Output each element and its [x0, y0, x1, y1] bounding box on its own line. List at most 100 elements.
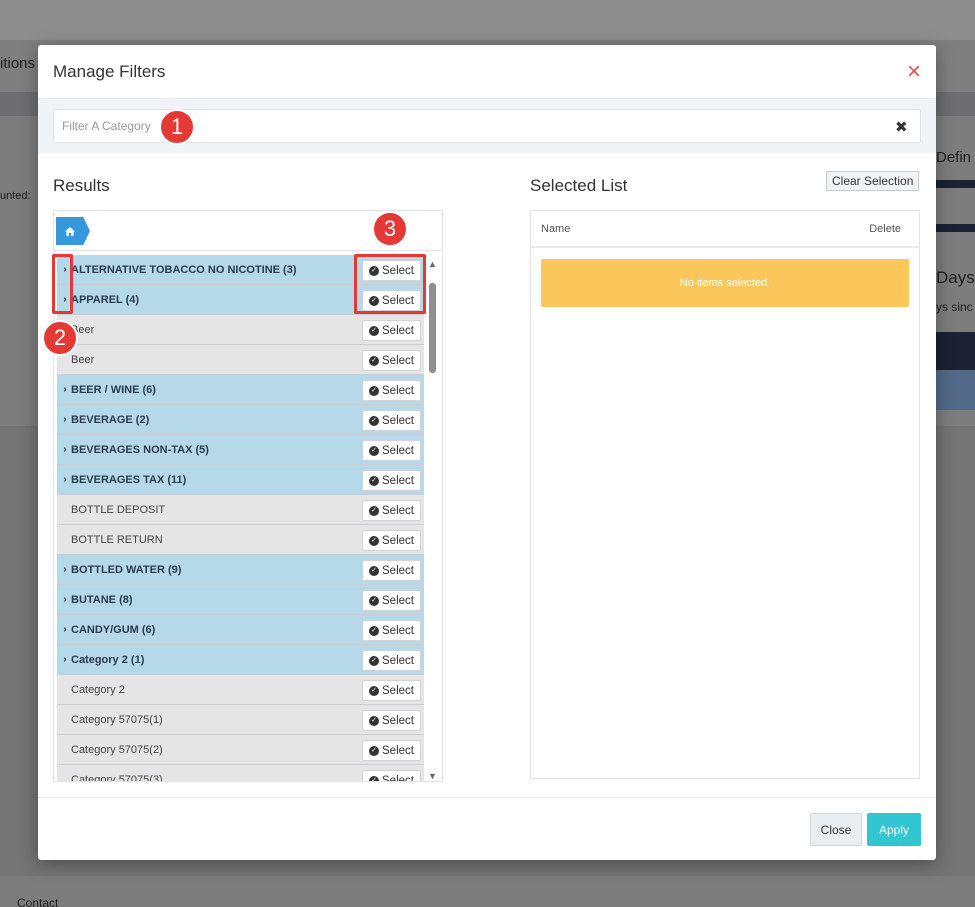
select-button[interactable]: ✓ Select: [362, 740, 421, 761]
bg-blue-bar: [936, 370, 975, 410]
scroll-down-icon[interactable]: ▼: [428, 771, 437, 781]
close-button[interactable]: Close: [810, 813, 862, 846]
check-circle-icon: ✓: [369, 745, 380, 756]
check-circle-icon: ✓: [369, 415, 380, 426]
category-row[interactable]: › BUTANE (8) ✓ Select: [57, 585, 424, 615]
select-label: Select: [382, 384, 414, 397]
check-circle-icon: ✓: [369, 505, 380, 516]
check-circle-icon: ✓: [369, 595, 380, 606]
select-label: Select: [382, 414, 414, 427]
category-row[interactable]: › Category 2 (1) ✓ Select: [57, 645, 424, 675]
check-circle-icon: ✓: [369, 625, 380, 636]
select-button[interactable]: ✓ Select: [362, 560, 421, 581]
item-row: ›Category 57075(3)✓Select: [57, 765, 424, 782]
select-label: Select: [382, 654, 414, 667]
select-button[interactable]: ✓ Select: [362, 770, 421, 782]
select-button[interactable]: ✓ Select: [362, 440, 421, 461]
select-button[interactable]: ✓ Select: [362, 320, 421, 341]
delete-column-header: Delete: [869, 222, 901, 235]
item-row: ›BOTTLE DEPOSIT✓Select: [57, 495, 424, 525]
select-button[interactable]: ✓ Select: [362, 530, 421, 551]
select-label: Select: [382, 564, 414, 577]
manage-filters-modal: Manage Filters × ✖ Results Selected List…: [38, 45, 936, 860]
select-label: Select: [382, 474, 414, 487]
select-label: Select: [382, 774, 414, 782]
modal-title: Manage Filters: [53, 61, 166, 81]
category-row[interactable]: › BEER / WINE (6) ✓ Select: [57, 375, 424, 405]
category-row[interactable]: › BEVERAGES NON-TAX (5) ✓ Select: [57, 435, 424, 465]
bg-dark-bar-1: [936, 180, 975, 188]
chevron-right-icon[interactable]: ›: [57, 474, 70, 485]
modal-footer: Close Apply: [38, 797, 936, 860]
check-circle-icon: ✓: [369, 685, 380, 696]
select-button[interactable]: ✓ Select: [362, 500, 421, 521]
category-row[interactable]: › BEVERAGE (2) ✓ Select: [57, 405, 424, 435]
check-circle-icon: ✓: [369, 655, 380, 666]
select-button[interactable]: ✓ Select: [362, 710, 421, 731]
results-scrollbar[interactable]: ▲ ▼: [426, 255, 439, 781]
item-row: ›BOTTLE RETURN✓Select: [57, 525, 424, 555]
select-label: Select: [382, 444, 414, 457]
scroll-up-icon[interactable]: ▲: [428, 259, 437, 269]
close-icon[interactable]: ×: [907, 59, 921, 84]
select-label: Select: [382, 684, 414, 697]
category-row[interactable]: › BOTTLED WATER (9) ✓ Select: [57, 555, 424, 585]
select-label: Select: [382, 354, 414, 367]
category-row[interactable]: › CANDY/GUM (6) ✓ Select: [57, 615, 424, 645]
modal-header: Manage Filters ×: [38, 45, 936, 99]
chevron-right-icon[interactable]: ›: [57, 654, 70, 665]
bg-dark-bar-3: [936, 332, 975, 370]
annotation-box-select-buttons: [354, 254, 426, 286]
select-label: Select: [382, 714, 414, 727]
check-circle-icon: ✓: [369, 385, 380, 396]
check-circle-icon: ✓: [369, 535, 380, 546]
annotation-box-expand-carets: [52, 254, 73, 314]
category-row[interactable]: › BEVERAGES TAX (11) ✓ Select: [57, 465, 424, 495]
item-row: ›Beer✓Select: [57, 315, 424, 345]
scroll-thumb[interactable]: [429, 283, 436, 373]
filter-clear-icon[interactable]: ✖: [895, 118, 908, 136]
check-circle-icon: ✓: [369, 775, 380, 781]
selected-list-header: Name Delete: [531, 211, 919, 248]
select-label: Select: [382, 744, 414, 757]
select-button[interactable]: ✓ Select: [362, 350, 421, 371]
item-row: ›Beer✓Select: [57, 345, 424, 375]
check-circle-icon: ✓: [369, 565, 380, 576]
select-button[interactable]: ✓ Select: [362, 650, 421, 671]
check-circle-icon: ✓: [369, 445, 380, 456]
results-title: Results: [53, 176, 110, 195]
select-button[interactable]: ✓ Select: [362, 410, 421, 431]
clear-selection-button[interactable]: Clear Selection: [826, 171, 920, 191]
item-row: ›Category 57075(2)✓Select: [57, 735, 424, 765]
home-breadcrumb[interactable]: [56, 217, 90, 245]
annotation-box-select-buttons-lower: [354, 284, 426, 314]
annotation-badge-3: 3: [372, 211, 408, 247]
chevron-right-icon[interactable]: ›: [57, 624, 70, 635]
check-circle-icon: ✓: [369, 325, 380, 336]
select-button[interactable]: ✓ Select: [362, 620, 421, 641]
select-button[interactable]: ✓ Select: [362, 680, 421, 701]
chevron-right-icon[interactable]: ›: [57, 384, 70, 395]
annotation-badge-2: 2: [42, 320, 78, 356]
chevron-right-icon[interactable]: ›: [57, 564, 70, 575]
chevron-right-icon[interactable]: ›: [57, 594, 70, 605]
select-label: Select: [382, 324, 414, 337]
select-button[interactable]: ✓ Select: [362, 590, 421, 611]
selected-list-panel: Name Delete No items selected.: [530, 210, 920, 779]
apply-button[interactable]: Apply: [867, 813, 921, 846]
name-column-header: Name: [541, 222, 571, 235]
select-button[interactable]: ✓ Select: [362, 470, 421, 491]
bg-text-right-1: Defin: [936, 149, 972, 166]
bg-footer-text: Contact: [17, 896, 59, 907]
check-circle-icon: ✓: [369, 475, 380, 486]
chevron-right-icon[interactable]: ›: [57, 414, 70, 425]
bg-footer: [0, 876, 975, 907]
bg-dark-bar-2: [936, 224, 975, 232]
select-label: Select: [382, 504, 414, 517]
chevron-right-icon[interactable]: ›: [57, 444, 70, 455]
bg-text-right-2: Days I: [936, 268, 975, 287]
select-button[interactable]: ✓ Select: [362, 380, 421, 401]
bg-topbar: [0, 0, 975, 40]
select-label: Select: [382, 594, 414, 607]
check-circle-icon: ✓: [369, 715, 380, 726]
